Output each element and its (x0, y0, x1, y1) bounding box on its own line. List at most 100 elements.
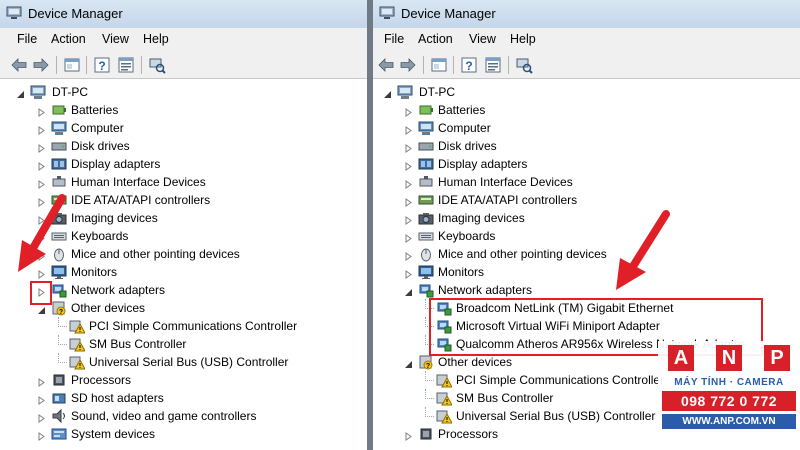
tree-root[interactable]: DT-PC (383, 83, 503, 101)
collapsed-arrow-icon[interactable] (37, 142, 46, 153)
tree-category[interactable]: Human Interface Devices (404, 173, 784, 191)
show-hide-tree-icon[interactable] (430, 56, 448, 74)
tree-category[interactable]: Display adapters (37, 155, 367, 173)
menu-file[interactable]: File (17, 32, 37, 46)
tree-category[interactable]: Batteries (37, 101, 367, 119)
collapsed-arrow-icon[interactable] (37, 376, 46, 387)
tree-category[interactable]: Disk drives (404, 137, 784, 155)
collapsed-arrow-icon[interactable] (404, 214, 413, 225)
tree-category[interactable]: Keyboards (37, 227, 367, 245)
help-icon[interactable]: ? (460, 56, 478, 74)
tree-category[interactable]: Processors (37, 371, 367, 389)
tree-item-label: Mice and other pointing devices (438, 247, 607, 261)
tree-item-label: Batteries (438, 103, 486, 117)
tree-category[interactable]: IDE ATA/ATAPI controllers (37, 191, 367, 209)
menu-action[interactable]: Action (418, 32, 453, 46)
device-manager-app-icon (379, 6, 395, 20)
logo-phone: 098 772 0 772 (662, 391, 796, 411)
expanded-arrow-icon[interactable] (383, 88, 392, 98)
collapsed-arrow-icon[interactable] (404, 430, 413, 441)
tree-category[interactable]: Monitors (37, 263, 367, 281)
tree-item-label: Imaging devices (438, 211, 525, 225)
logo-letter: A (668, 345, 694, 371)
tree-category[interactable]: Display adapters (404, 155, 784, 173)
computer-icon (51, 120, 67, 136)
collapsed-arrow-icon[interactable] (37, 160, 46, 171)
other-devices-icon: ? (51, 300, 67, 316)
show-hide-tree-icon[interactable] (63, 56, 81, 74)
ide-controller-icon (418, 192, 434, 208)
collapsed-arrow-icon[interactable] (37, 178, 46, 189)
tree-category[interactable]: ? Other devices (37, 299, 367, 317)
tree-connector-line (58, 353, 67, 363)
properties-icon[interactable] (117, 56, 135, 74)
tree-category[interactable]: Batteries (404, 101, 784, 119)
tree-category[interactable]: Mice and other pointing devices (404, 245, 784, 263)
back-arrow-icon[interactable] (10, 56, 28, 74)
tree-child-item[interactable]: Universal Serial Bus (USB) Controller (55, 353, 367, 371)
scan-hardware-icon[interactable] (148, 56, 166, 74)
processor-icon (51, 372, 67, 388)
tree-item-label: Computer (71, 121, 124, 135)
collapsed-arrow-icon[interactable] (37, 430, 46, 441)
menu-view[interactable]: View (469, 32, 496, 46)
tree-category[interactable]: Computer (37, 119, 367, 137)
tree-connector-line (425, 389, 434, 399)
tree-child-item[interactable]: PCI Simple Communications Controller (55, 317, 367, 335)
expanded-arrow-icon[interactable] (404, 286, 413, 296)
forward-arrow-icon[interactable] (399, 56, 417, 74)
forward-arrow-icon[interactable] (32, 56, 50, 74)
collapsed-arrow-icon[interactable] (404, 106, 413, 117)
properties-icon[interactable] (484, 56, 502, 74)
collapsed-arrow-icon[interactable] (404, 160, 413, 171)
collapsed-arrow-icon[interactable] (404, 232, 413, 243)
warning-device-icon (69, 354, 86, 370)
tree-category[interactable]: Imaging devices (404, 209, 784, 227)
collapsed-arrow-icon[interactable] (37, 124, 46, 135)
back-arrow-icon[interactable] (377, 56, 395, 74)
collapsed-arrow-icon[interactable] (404, 268, 413, 279)
menu-view[interactable]: View (102, 32, 129, 46)
highlight-expander-box (30, 281, 52, 305)
collapsed-arrow-icon[interactable] (37, 394, 46, 405)
tree-item-label: IDE ATA/ATAPI controllers (438, 193, 578, 207)
tree-category[interactable]: Computer (404, 119, 784, 137)
tree-category[interactable]: Keyboards (404, 227, 784, 245)
menu-help[interactable]: Help (510, 32, 536, 46)
tree-category[interactable]: Monitors (404, 263, 784, 281)
window-title: Device Manager (401, 6, 496, 21)
display-adapter-icon (418, 156, 434, 172)
tree-root[interactable]: DT-PC (16, 83, 136, 101)
collapsed-arrow-icon[interactable] (404, 178, 413, 189)
help-icon[interactable]: ? (93, 56, 111, 74)
tree-category[interactable]: SD host adapters (37, 389, 367, 407)
menu-action[interactable]: Action (51, 32, 86, 46)
tree-item-label: SM Bus Controller (89, 337, 187, 351)
menu-file[interactable]: File (384, 32, 404, 46)
scan-hardware-icon[interactable] (515, 56, 533, 74)
tree-category[interactable]: Disk drives (37, 137, 367, 155)
tree-category[interactable]: Network adapters (37, 281, 367, 299)
collapsed-arrow-icon[interactable] (404, 142, 413, 153)
expanded-arrow-icon[interactable] (37, 304, 46, 314)
network-adapter-icon (51, 282, 67, 298)
tree-category[interactable]: Mice and other pointing devices (37, 245, 367, 263)
tree-category[interactable]: Network adapters (404, 281, 784, 299)
collapsed-arrow-icon[interactable] (404, 124, 413, 135)
menu-help[interactable]: Help (143, 32, 169, 46)
tree-child-item[interactable]: SM Bus Controller (55, 335, 367, 353)
root-label: DT-PC (419, 85, 455, 99)
expanded-arrow-icon[interactable] (404, 358, 413, 368)
anp-watermark-logo: A N P MÁY TÍNH · CAMERA 098 772 0 772 WW… (658, 341, 800, 441)
expanded-arrow-icon[interactable] (16, 88, 25, 98)
tree-category[interactable]: Human Interface Devices (37, 173, 367, 191)
tree-category[interactable]: System devices (37, 425, 367, 443)
tree-category[interactable]: IDE ATA/ATAPI controllers (404, 191, 784, 209)
tree-category[interactable]: Sound, video and game controllers (37, 407, 367, 425)
collapsed-arrow-icon[interactable] (37, 412, 46, 423)
tree-item-label: Computer (438, 121, 491, 135)
collapsed-arrow-icon[interactable] (37, 106, 46, 117)
collapsed-arrow-icon[interactable] (404, 250, 413, 261)
tree-category[interactable]: Imaging devices (37, 209, 367, 227)
collapsed-arrow-icon[interactable] (404, 196, 413, 207)
